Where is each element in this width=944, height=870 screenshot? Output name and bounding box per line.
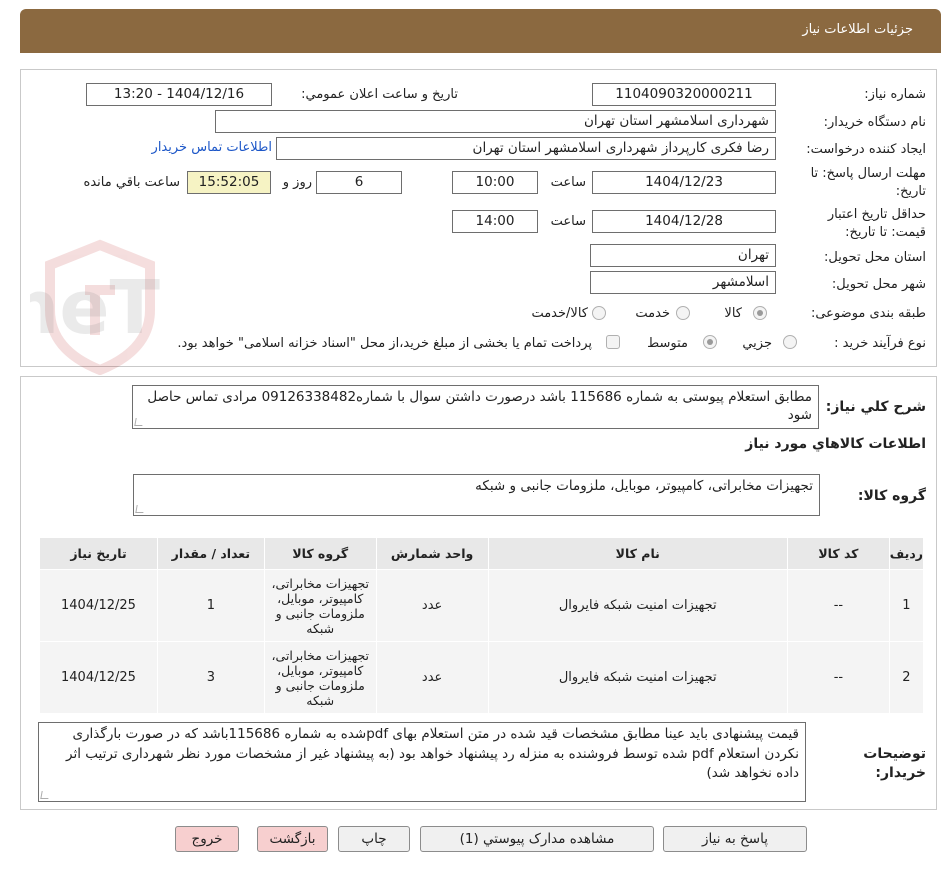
buyer-notes-textarea[interactable]: قیمت پیشنهادی باید عینا مطابق مشخصات قید… xyxy=(38,722,806,802)
validity-time-field: 14:00 xyxy=(452,210,538,233)
resize-grip-icon[interactable] xyxy=(40,791,50,799)
deadline-label: مهلت ارسال پاسخ: تا xyxy=(810,166,926,181)
goods-info-title: اطلاعات کالاهاي مورد نیاز xyxy=(745,436,926,452)
exit-button[interactable]: خروج xyxy=(175,826,239,852)
deadline-date-field: 1404/12/23 xyxy=(592,171,776,194)
category-option-goods-service: کالا/خدمت xyxy=(531,306,588,321)
cell-date: 1404/12/25 xyxy=(39,569,158,642)
deadline-label-2: تاریخ: xyxy=(895,184,926,199)
buyer-notes-label: توضیحات xyxy=(863,746,926,762)
process-radio-minor[interactable] xyxy=(783,335,797,349)
cell-group: تجهیزات مخابراتی، کامپیوتر، موبایل، ملزو… xyxy=(263,641,377,714)
cell-qty: 1 xyxy=(156,569,265,642)
deadline-time-field: 10:00 xyxy=(452,171,538,194)
buyer-contact-link[interactable]: اطلاعات تماس خریدار xyxy=(152,140,272,155)
goods-group-textarea[interactable]: تجهیزات مخابراتی، کامپیوتر، موبایل، ملزو… xyxy=(133,474,820,516)
remaining-label: ساعت باقي مانده xyxy=(83,175,180,190)
category-radio-service[interactable] xyxy=(676,306,690,320)
col-header-date: تاریخ نیاز xyxy=(39,537,158,570)
remaining-time-field: 15:52:05 xyxy=(187,171,271,194)
province-label: استان محل تحویل: xyxy=(824,250,926,265)
process-radio-medium[interactable] xyxy=(703,335,717,349)
process-option-medium: متوسط xyxy=(647,336,688,351)
creator-label: ایجاد کننده درخواست: xyxy=(806,142,926,157)
cell-unit: عدد xyxy=(375,641,489,714)
cell-unit: عدد xyxy=(375,569,489,642)
days-field: 6 xyxy=(316,171,402,194)
buyer-org-label: نام دستگاه خریدار: xyxy=(823,115,926,130)
cell-group: تجهیزات مخابراتی، کامپیوتر، موبایل، ملزو… xyxy=(263,569,377,642)
validity-date-field: 1404/12/28 xyxy=(592,210,776,233)
city-label: شهر محل تحویل: xyxy=(831,277,926,292)
category-option-service: خدمت xyxy=(635,306,670,321)
payment-note: پرداخت تمام یا بخشی از مبلغ خرید،از محل … xyxy=(177,336,592,351)
cell-name: تجهیزات امنیت شبکه فایروال xyxy=(487,641,788,714)
col-header-name: نام کالا xyxy=(487,537,788,570)
summary-text: مطابق استعلام پیوستی به شماره 115686 باش… xyxy=(147,389,812,423)
cell-date: 1404/12/25 xyxy=(39,641,158,714)
table-row: 1 -- تجهیزات امنیت شبکه فایروال عدد تجهی… xyxy=(39,569,925,642)
resize-grip-icon[interactable] xyxy=(135,505,145,513)
need-number-label: شماره نیاز: xyxy=(864,87,926,102)
validity-label-2: قیمت: تا تاریخ: xyxy=(845,225,926,240)
days-label: روز و xyxy=(282,175,312,190)
resize-grip-icon[interactable] xyxy=(134,418,144,426)
items-table: ردیف کد کالا نام کالا واحد شمارش گروه کا… xyxy=(39,537,925,714)
deadline-time-label: ساعت xyxy=(550,175,586,190)
announce-field: 1404/12/16 - 13:20 xyxy=(86,83,272,106)
col-header-index: ردیف xyxy=(888,537,925,570)
reply-button[interactable]: پاسخ به نیاز xyxy=(663,826,807,852)
treasury-payment-checkbox[interactable] xyxy=(606,335,620,349)
page-title: جزئیات اطلاعات نیاز xyxy=(802,22,913,37)
need-number-field: 1104090320000211 xyxy=(592,83,776,106)
cell-code: -- xyxy=(786,569,890,642)
table-row: 2 -- تجهیزات امنیت شبکه فایروال عدد تجهی… xyxy=(39,641,925,714)
city-field: اسلامشهر xyxy=(590,271,776,294)
summary-label: شرح کلي نیاز: xyxy=(825,399,926,415)
category-label: طبقه بندی موضوعی: xyxy=(810,306,926,321)
view-attachments-button[interactable]: مشاهده مدارک پیوستي (1) xyxy=(420,826,654,852)
category-option-goods: کالا xyxy=(724,306,742,321)
process-option-minor: جزیي xyxy=(742,336,772,351)
category-radio-goods[interactable] xyxy=(753,306,767,320)
cell-code: -- xyxy=(786,641,890,714)
cell-index: 2 xyxy=(888,641,925,714)
page-header: جزئیات اطلاعات نیاز xyxy=(20,9,941,53)
buyer-notes-text: قیمت پیشنهادی باید عینا مطابق مشخصات قید… xyxy=(66,726,799,781)
back-button[interactable]: بازگشت xyxy=(257,826,328,852)
goods-group-label: گروه کالا: xyxy=(857,488,926,504)
validity-label: حداقل تاریخ اعتبار xyxy=(827,207,926,222)
buyer-org-field: شهرداری اسلامشهر استان تهران xyxy=(215,110,776,133)
table-header-row: ردیف کد کالا نام کالا واحد شمارش گروه کا… xyxy=(39,537,925,570)
announce-label: تاریخ و ساعت اعلان عمومي: xyxy=(301,87,458,102)
col-header-group: گروه کالا xyxy=(263,537,377,570)
col-header-code: کد کالا xyxy=(786,537,890,570)
creator-field: رضا فکری کارپرداز شهرداری اسلامشهر استان… xyxy=(276,137,776,160)
print-button[interactable]: چاپ xyxy=(338,826,410,852)
col-header-qty: تعداد / مقدار xyxy=(156,537,265,570)
category-radio-goods-service[interactable] xyxy=(592,306,606,320)
cell-index: 1 xyxy=(888,569,925,642)
province-field: تهران xyxy=(590,244,776,267)
summary-textarea[interactable]: مطابق استعلام پیوستی به شماره 115686 باش… xyxy=(132,385,819,429)
process-label: نوع فرآیند خرید : xyxy=(834,336,926,351)
buyer-notes-label-2: خریدار: xyxy=(875,765,926,781)
cell-name: تجهیزات امنیت شبکه فایروال xyxy=(487,569,788,642)
col-header-unit: واحد شمارش xyxy=(375,537,489,570)
goods-group-text: تجهیزات مخابراتی، کامپیوتر، موبایل، ملزو… xyxy=(475,478,813,494)
validity-time-label: ساعت xyxy=(550,214,586,229)
cell-qty: 3 xyxy=(156,641,265,714)
